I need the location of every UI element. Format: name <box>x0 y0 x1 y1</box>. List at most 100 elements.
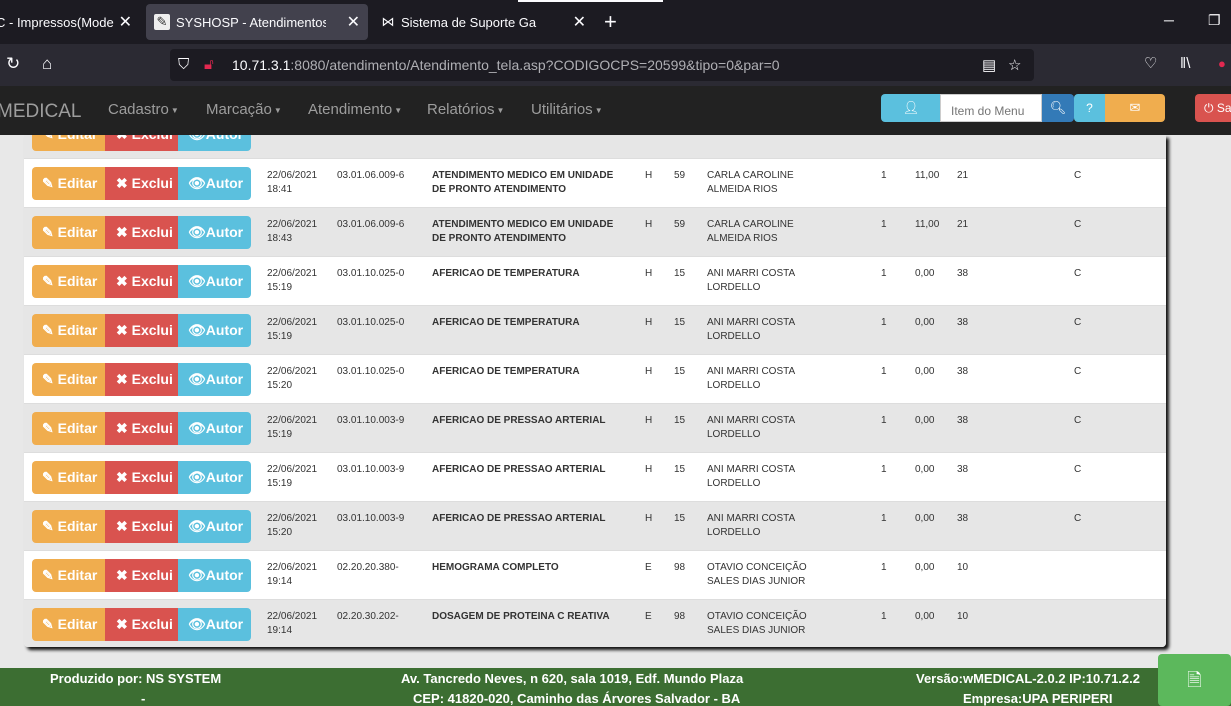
cell-procedure: AFERICAO DE PRESSAO ARTERIAL <box>432 414 632 428</box>
menu-search-input[interactable] <box>940 94 1042 122</box>
caret-down-icon: ▼ <box>170 105 179 115</box>
author-button[interactable]: 👁︎Autor <box>178 608 251 641</box>
menu-marcacao[interactable]: Marcação ▼ <box>206 101 282 118</box>
close-icon[interactable]: ✕ <box>119 12 132 32</box>
delete-label: Exclui <box>131 322 173 338</box>
new-tab-icon[interactable]: + <box>604 10 617 34</box>
author-button[interactable]: 👁︎Autor <box>178 559 251 592</box>
bookmark-star-icon[interactable]: ☆ <box>1008 56 1021 74</box>
cell-status: C <box>1074 268 1082 279</box>
professional-line2: LORDELLO <box>707 380 761 391</box>
author-label: Autor <box>205 224 244 240</box>
author-button[interactable]: 👁︎Autor <box>178 412 251 445</box>
delete-button[interactable]: ✖ Exclui <box>105 412 178 445</box>
delete-button[interactable]: ✖ Exclui <box>105 559 178 592</box>
account-icon[interactable]: ● <box>1218 54 1226 74</box>
save-button[interactable]: 🗎︎ <box>1158 654 1231 706</box>
author-button[interactable]: 👁︎Autor <box>178 135 251 151</box>
help-button[interactable]: ? <box>1074 94 1105 122</box>
author-button[interactable]: 👁︎Autor <box>178 363 251 396</box>
author-button[interactable]: 👁︎Autor <box>178 265 251 298</box>
home-icon[interactable]: ⌂ <box>42 54 52 74</box>
cell-type: H <box>645 219 653 230</box>
reload-icon[interactable]: ↻ <box>6 54 20 74</box>
menu-atendimento[interactable]: Atendimento ▼ <box>308 101 402 118</box>
brand-logo[interactable]: MEDICAL <box>0 101 81 123</box>
procedure-line1: DOSAGEM DE PROTEINA C REATIVA <box>432 611 610 622</box>
edit-button[interactable]: ✎ Editar <box>32 314 105 347</box>
restore-icon[interactable]: ❐ <box>1208 12 1221 29</box>
author-button[interactable]: 👁︎Autor <box>178 314 251 347</box>
delete-button[interactable]: ✖ Exclui <box>105 510 178 543</box>
minimize-icon[interactable]: ─ <box>1164 12 1174 28</box>
edit-button[interactable]: ✎ Editar <box>32 167 105 200</box>
browser-tab-active[interactable]: ✎ SYSHOSP - Atendimentos ✕ <box>146 4 368 40</box>
logout-button[interactable]: ⏻ Sa <box>1195 94 1231 122</box>
url-path: :8080/atendimento/Atendimento_tela.asp?C… <box>290 57 780 73</box>
delete-button[interactable]: ✖ Exclui <box>105 314 178 347</box>
procedure-line2: DE PRONTO ATENDIMENTO <box>432 184 567 195</box>
cell-number: 98 <box>674 562 686 573</box>
edit-button[interactable]: ✎ Editar <box>32 510 105 543</box>
eye-icon: 👁︎ <box>188 322 206 338</box>
professional-line1: ANI MARRI COSTA <box>707 513 796 524</box>
close-icon[interactable]: ✕ <box>573 12 586 32</box>
edit-button[interactable]: ✎ Editar <box>32 412 105 445</box>
cell-code: 02.20.30.202- <box>337 611 399 622</box>
delete-button[interactable]: ✖ Exclui <box>105 216 178 249</box>
lock-icon[interactable]: 🔓︎ <box>204 56 214 73</box>
edit-button[interactable]: ✎ Editar <box>32 135 105 151</box>
author-button[interactable]: 👁︎Autor <box>178 167 251 200</box>
delete-button[interactable]: ✖ Exclui <box>105 135 178 151</box>
edit-button[interactable]: ✎ Editar <box>32 363 105 396</box>
delete-button[interactable]: ✖ Exclui <box>105 265 178 298</box>
library-icon[interactable]: ‖\ <box>1180 54 1190 74</box>
cell-date: 22/06/2021 <box>267 317 318 328</box>
cell-datetime: 22/06/2021 19:14 <box>267 561 331 589</box>
reader-view-icon[interactable]: ▤ <box>982 56 996 74</box>
delete-button[interactable]: ✖ Exclui <box>105 167 178 200</box>
edit-button[interactable]: ✎ Editar <box>32 461 105 494</box>
author-button[interactable]: 👁︎Autor <box>178 461 251 494</box>
address-bar[interactable]: ⛉ 🔓︎ 10.71.3.1:8080/atendimento/Atendime… <box>170 49 1034 81</box>
delete-button[interactable]: ✖ Exclui <box>105 461 178 494</box>
menu-label: Marcação <box>206 101 272 118</box>
author-button[interactable]: 👁︎Autor <box>178 216 251 249</box>
mail-button[interactable]: ✉ <box>1105 94 1165 122</box>
cell-number: 15 <box>674 366 686 377</box>
user-button[interactable]: 👤︎ <box>881 94 941 122</box>
procedure-line1: HEMOGRAMA COMPLETO <box>432 562 559 573</box>
edit-button[interactable]: ✎ Editar <box>32 265 105 298</box>
author-label: Autor <box>205 518 244 534</box>
edit-button[interactable]: ✎ Editar <box>32 608 105 641</box>
professional-line2: ALMEIDA RIOS <box>707 184 778 195</box>
delete-button[interactable]: ✖ Exclui <box>105 363 178 396</box>
cell-type: H <box>645 170 653 181</box>
professional-line2: LORDELLO <box>707 429 761 440</box>
browser-tab-strip: C - Impressos(Modelo ✕ ✎ SYSHOSP - Atend… <box>0 0 1231 44</box>
edit-button[interactable]: ✎ Editar <box>32 216 105 249</box>
cell-datetime: 22/06/2021 15:19 <box>267 316 331 344</box>
menu-relatorios[interactable]: Relatórios ▼ <box>427 101 504 118</box>
cell-date: 22/06/2021 <box>267 562 318 573</box>
shield-icon[interactable]: ⛉ <box>178 56 189 73</box>
browser-tab[interactable]: ⋈ Sistema de Suporte Ga ✕ <box>372 4 594 40</box>
author-button[interactable]: 👁︎Autor <box>178 510 251 543</box>
search-button[interactable]: 🔍︎ <box>1042 94 1074 122</box>
menu-utilitarios[interactable]: Utilitários ▼ <box>531 101 603 118</box>
edit-icon: ✎ <box>42 616 54 632</box>
cell-procedure: HEMOGRAMA COMPLETO <box>432 561 632 575</box>
cell-code: 03.01.10.003-9 <box>337 513 405 524</box>
edit-icon: ✎ <box>42 273 54 289</box>
delete-icon: ✖ <box>116 224 128 240</box>
edit-button[interactable]: ✎ Editar <box>32 559 105 592</box>
delete-button[interactable]: ✖ Exclui <box>105 608 178 641</box>
tab-title: C - Impressos(Modelo <box>0 14 114 30</box>
browser-tab[interactable]: C - Impressos(Modelo ✕ <box>0 4 140 40</box>
delete-icon: ✖ <box>116 420 128 436</box>
cell-value: 0,00 <box>915 317 935 328</box>
pocket-icon[interactable]: ♡ <box>1144 54 1157 74</box>
table-row: ✎ Editar ✖ Exclui 👁︎Autor 22/06/2021 15:19 03… <box>24 452 1166 501</box>
close-icon[interactable]: ✕ <box>347 12 360 32</box>
menu-cadastro[interactable]: Cadastro ▼ <box>108 101 179 118</box>
